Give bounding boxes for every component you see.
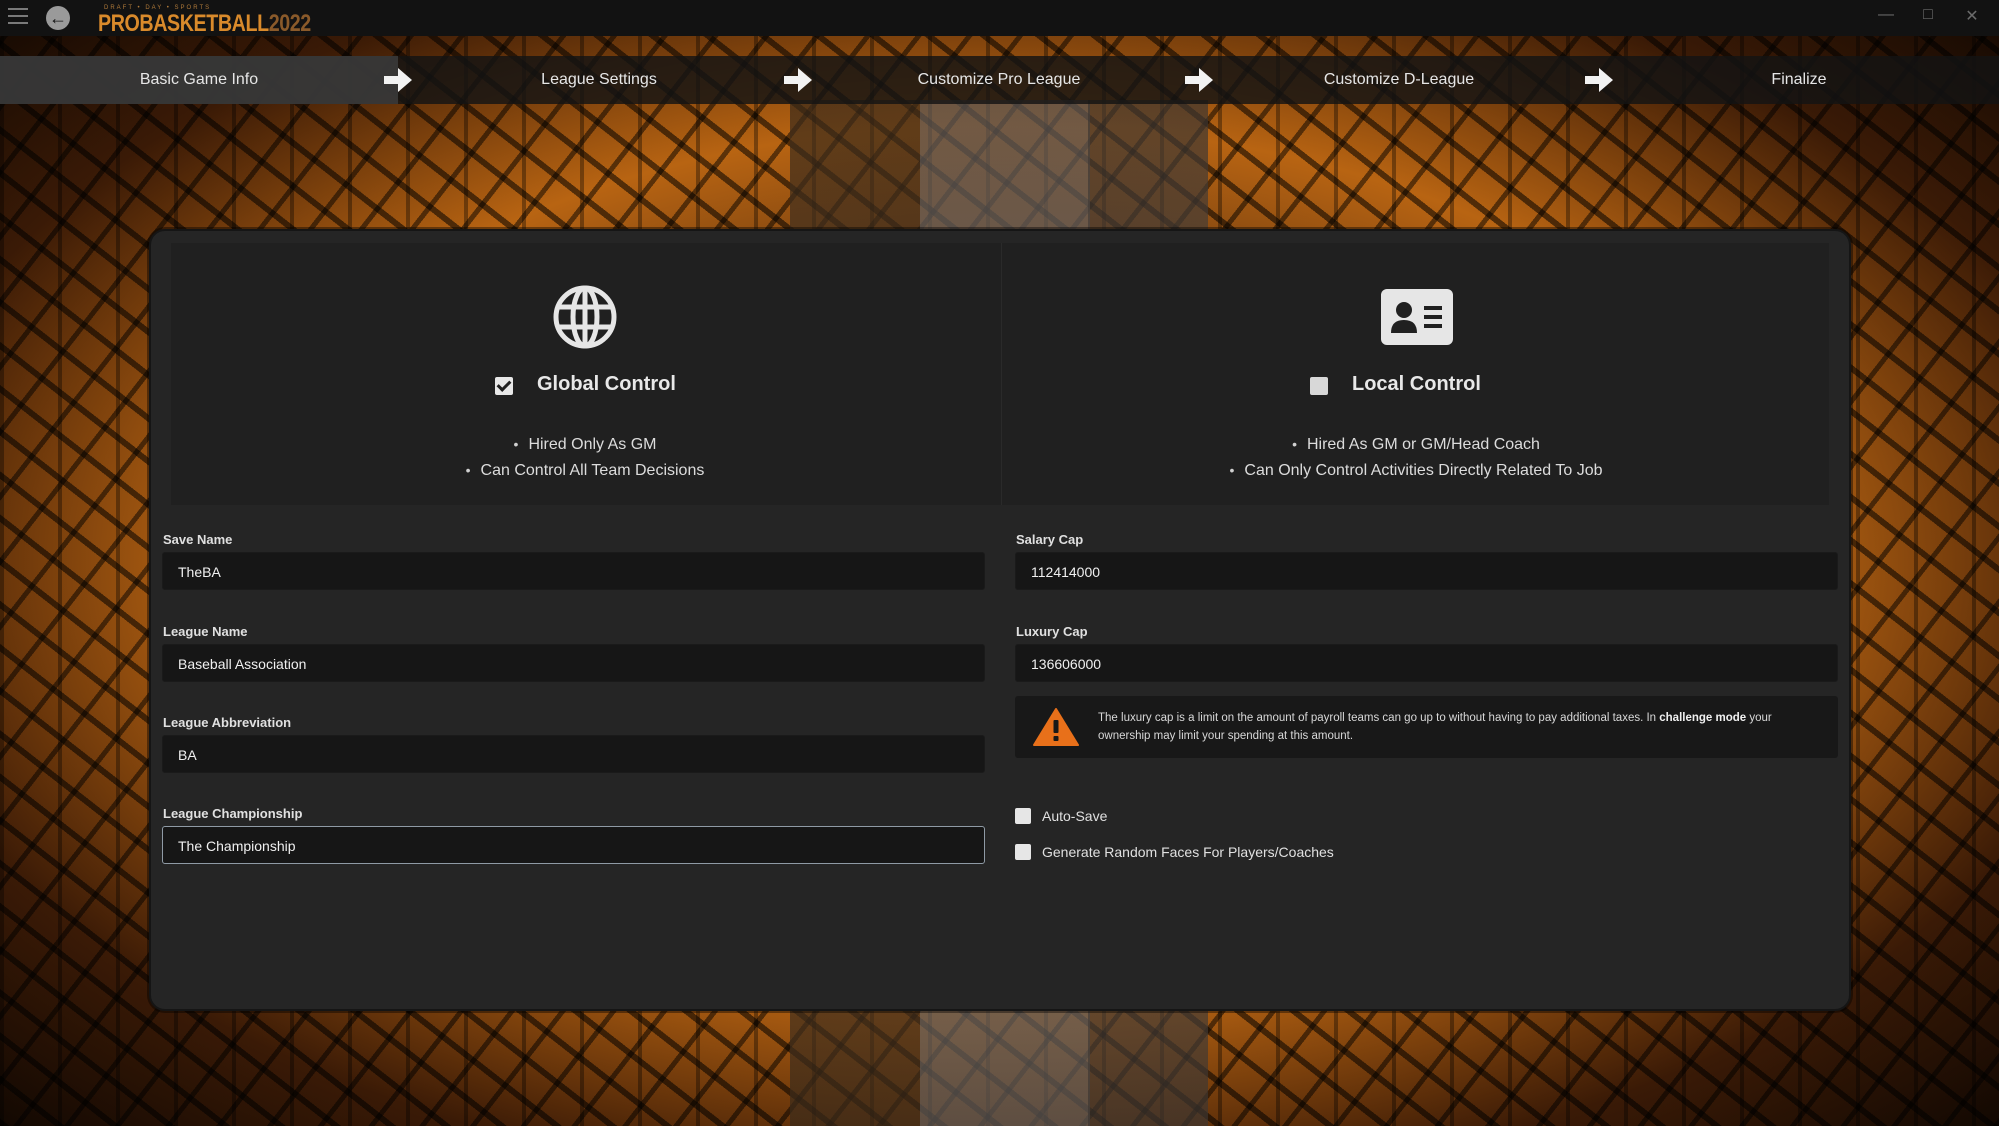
global-bullet: Hired Only As GM [171, 431, 999, 457]
logo-pro: PRO [98, 10, 140, 37]
step-customize-d-league[interactable]: Customize D-League [1200, 56, 1598, 104]
league-name-input[interactable]: Baseball Association [162, 644, 985, 682]
main-panel: Global Control Hired Only As GM Can Cont… [149, 229, 1851, 1011]
app-logo: DRAFT • DAY • SPORTS PROBASKETBALL2022 [98, 4, 358, 37]
menu-icon[interactable] [8, 8, 28, 26]
global-control-checkbox[interactable] [495, 377, 513, 395]
league-name-label: League Name [163, 624, 248, 639]
minimize-button[interactable]: — [1876, 6, 1896, 24]
wizard-steps: Basic Game Info League Settings Customiz… [0, 56, 1999, 104]
back-button[interactable]: ← [46, 6, 70, 30]
auto-save-label: Auto-Save [1042, 808, 1108, 824]
auto-save-checkbox[interactable] [1015, 808, 1031, 824]
luxury-cap-label: Luxury Cap [1016, 624, 1088, 639]
step-customize-pro-league[interactable]: Customize Pro League [800, 56, 1198, 104]
league-championship-label: League Championship [163, 806, 303, 821]
local-bullet: Hired As GM or GM/Head Coach [1002, 431, 1830, 457]
global-control-option[interactable]: Global Control Hired Only As GM Can Cont… [171, 243, 999, 505]
league-championship-input[interactable]: The Championship [162, 826, 985, 864]
globe-icon [553, 285, 617, 349]
logo-year: 2022 [268, 10, 312, 37]
luxury-cap-warning: The luxury cap is a limit on the amount … [1015, 696, 1838, 758]
league-abbreviation-input[interactable]: BA [162, 735, 985, 773]
luxury-cap-input[interactable]: 136606000 [1015, 644, 1838, 682]
salary-cap-label: Salary Cap [1016, 532, 1084, 547]
maximize-button[interactable]: □ [1918, 6, 1938, 24]
league-abbreviation-label: League Abbreviation [163, 715, 292, 730]
random-faces-checkbox[interactable] [1015, 844, 1031, 860]
local-control-title: Local Control [1352, 373, 1481, 395]
local-control-checkbox[interactable] [1310, 377, 1328, 395]
salary-cap-input[interactable]: 112414000 [1015, 552, 1838, 590]
local-control-option[interactable]: Local Control Hired As GM or GM/Head Coa… [1001, 243, 1830, 505]
warning-text: The luxury cap is a limit on the amount … [1098, 712, 1772, 742]
step-finalize[interactable]: Finalize [1600, 56, 1998, 104]
step-basic-game-info[interactable]: Basic Game Info [0, 56, 398, 104]
logo-basketball: BASKETBALL [139, 10, 269, 37]
id-card-icon [1381, 289, 1453, 345]
global-bullet: Can Control All Team Decisions [171, 457, 999, 483]
global-control-title: Global Control [537, 373, 676, 395]
random-faces-label: Generate Random Faces For Players/Coache… [1042, 844, 1334, 860]
save-name-label: Save Name [163, 532, 233, 547]
title-bar: ← DRAFT • DAY • SPORTS PROBASKETBALL2022… [0, 0, 1999, 36]
save-name-input[interactable]: TheBA [162, 552, 985, 590]
local-bullet: Can Only Control Activities Directly Rel… [1002, 457, 1830, 483]
step-league-settings[interactable]: League Settings [400, 56, 798, 104]
warning-icon [1033, 708, 1079, 746]
control-mode-selector: Global Control Hired Only As GM Can Cont… [171, 243, 1829, 505]
close-button[interactable]: ✕ [1962, 6, 1982, 26]
